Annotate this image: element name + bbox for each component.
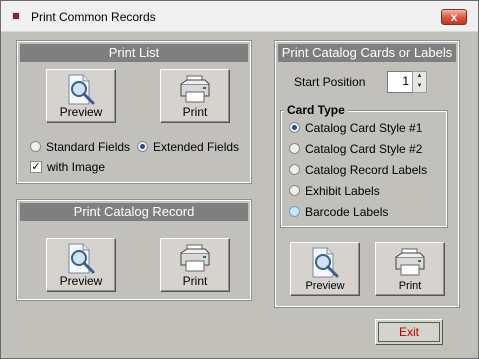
card-type-radio-4 <box>289 185 300 197</box>
print-common-records-window: Print Common Records x Print List Previe… <box>0 0 479 359</box>
card-type-option-4-label: Exhibit Labels <box>305 184 380 198</box>
catalog-record-preview-button[interactable]: Preview <box>46 238 116 292</box>
cards-print-label: Print <box>398 280 422 292</box>
with-image-label: with Image <box>47 160 106 174</box>
card-type-label: Card Type <box>284 103 348 117</box>
card-type-option-2[interactable]: Catalog Card Style #2 <box>289 141 422 157</box>
magnifier-document-icon <box>68 74 95 105</box>
cards-preview-label: Preview <box>305 280 345 292</box>
printer-icon <box>395 248 425 276</box>
card-type-option-4[interactable]: Exhibit Labels <box>289 183 380 199</box>
standard-fields-label: Standard Fields <box>46 140 131 154</box>
start-position-input[interactable]: 1 <box>387 71 413 93</box>
start-position-value: 1 <box>402 74 409 88</box>
extended-fields-radio-indicator <box>137 141 148 153</box>
exit-label: Exit <box>398 325 419 339</box>
print-list-print-button[interactable]: Print <box>160 69 230 123</box>
magnifier-document-icon <box>312 247 339 278</box>
printer-icon <box>180 244 210 272</box>
extended-fields-radio[interactable]: Extended Fields <box>137 139 239 155</box>
print-catalog-record-title: Print Catalog Record <box>20 203 248 221</box>
exit-button[interactable]: Exit <box>375 319 443 345</box>
card-type-option-5-label: Barcode Labels <box>305 205 389 219</box>
window-title: Print Common Records <box>31 10 156 24</box>
start-position-spinner[interactable]: ▲ ▼ <box>412 71 427 93</box>
with-image-checkbox[interactable]: ✓ with Image <box>30 159 105 175</box>
print-catalog-record-panel: Print Catalog Record Preview Print <box>16 199 252 301</box>
card-type-option-1-label: Catalog Card Style #1 <box>305 121 423 135</box>
title-bar: Print Common Records x <box>1 1 478 32</box>
card-type-option-1[interactable]: Catalog Card Style #1 <box>289 120 422 136</box>
app-icon <box>13 13 19 19</box>
card-type-radio-1 <box>289 122 300 134</box>
magnifier-document-icon <box>68 243 95 274</box>
spin-up-icon[interactable]: ▲ <box>413 72 426 82</box>
catalog-record-print-label: Print <box>182 274 208 288</box>
card-type-option-3-label: Catalog Record Labels <box>305 163 428 177</box>
print-list-print-label: Print <box>182 105 208 119</box>
print-cards-title: Print Catalog Cards or Labels <box>278 44 456 62</box>
card-type-radio-5 <box>289 206 300 218</box>
catalog-record-print-button[interactable]: Print <box>160 238 230 292</box>
card-type-option-3[interactable]: Catalog Record Labels <box>289 162 427 178</box>
start-position-label: Start Position <box>294 75 366 89</box>
cards-print-button[interactable]: Print <box>375 242 445 296</box>
spin-down-icon[interactable]: ▼ <box>413 82 426 92</box>
print-list-title: Print List <box>20 44 248 62</box>
card-type-option-2-label: Catalog Card Style #2 <box>305 142 423 156</box>
check-icon: ✓ <box>30 160 42 173</box>
extended-fields-label: Extended Fields <box>153 140 240 154</box>
card-type-radio-2 <box>289 143 300 155</box>
standard-fields-radio-indicator <box>30 141 41 153</box>
print-list-preview-button[interactable]: Preview <box>46 69 116 123</box>
catalog-record-preview-label: Preview <box>59 274 103 288</box>
close-icon: x <box>450 10 458 24</box>
print-list-panel: Print List Preview Print Standard Fields <box>16 40 252 184</box>
card-type-radio-3 <box>289 164 300 176</box>
close-button[interactable]: x <box>441 9 467 25</box>
printer-icon <box>180 75 210 103</box>
cards-preview-button[interactable]: Preview <box>290 242 360 296</box>
card-type-option-5[interactable]: Barcode Labels <box>289 204 388 220</box>
standard-fields-radio[interactable]: Standard Fields <box>30 139 130 155</box>
print-list-preview-label: Preview <box>59 105 103 119</box>
